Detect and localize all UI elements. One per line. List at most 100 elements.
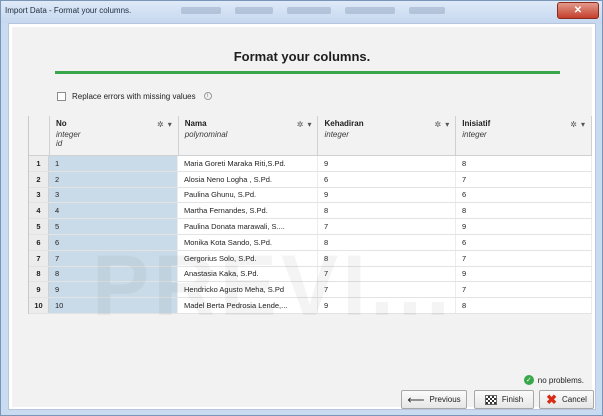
table-cell[interactable]: 7 — [318, 282, 456, 298]
table-cell[interactable]: 1 — [49, 156, 178, 171]
table-cell[interactable]: 7 — [318, 219, 456, 234]
table-cell[interactable]: Gergorius Solo, S.Pd. — [178, 250, 318, 266]
chevron-down-icon[interactable]: ▾ — [581, 120, 585, 129]
checkered-flag-icon — [484, 394, 497, 405]
row-index: 10 — [29, 298, 49, 313]
table-cell[interactable]: 3 — [49, 187, 178, 203]
row-index: 8 — [29, 266, 49, 282]
chevron-down-icon[interactable]: ▾ — [307, 120, 311, 129]
table-cell[interactable]: Madel Berta Pedrosia Lende,... — [178, 298, 318, 313]
table-cell[interactable]: 9 — [456, 219, 592, 234]
table-cell[interactable]: 10 — [49, 298, 178, 313]
table-cell[interactable]: Paulina Donata marawali, S.... — [178, 219, 318, 234]
table-row[interactable]: 2 2 Alosia Neno Logha , S.Pd. 6 7 — [29, 171, 592, 188]
finish-button[interactable]: Finish — [474, 390, 534, 409]
table-row[interactable]: 9 9 Hendricko Agusto Meha, S.Pd 7 7 — [29, 282, 592, 299]
column-header-kehadiran[interactable]: Kehadiran integer ✲ ▾ — [318, 116, 457, 155]
dialog-content: Format your columns. Replace errors with… — [8, 23, 596, 410]
status-text: no problems. — [537, 375, 584, 385]
title-bar[interactable]: Import Data - Format your columns. ✕ — [1, 1, 602, 23]
replace-errors-option: Replace errors with missing values i — [57, 89, 212, 103]
table-row[interactable]: 7 7 Gergorius Solo, S.Pd. 8 7 — [29, 250, 592, 267]
table-row[interactable]: 10 10 Madel Berta Pedrosia Lende,... 9 8 — [29, 298, 592, 314]
info-icon[interactable]: i — [203, 92, 212, 100]
table-cell[interactable]: 8 — [318, 203, 456, 219]
table-cell[interactable]: 8 — [456, 203, 592, 219]
table-cell[interactable]: Alosia Neno Logha , S.Pd. — [178, 171, 318, 187]
table-cell[interactable]: 7 — [456, 250, 592, 266]
table-header-row: No integer id ✲ ▾ Nama polynominal ✲ ▾ K… — [29, 116, 592, 156]
cancel-button[interactable]: ✖ Cancel — [539, 390, 594, 409]
table-cell[interactable]: 8 — [456, 156, 592, 171]
arrow-left-icon: ⟵ — [407, 392, 425, 407]
replace-errors-checkbox[interactable] — [57, 91, 66, 101]
gear-icon[interactable]: ✲ — [297, 120, 304, 129]
gear-icon[interactable]: ✲ — [570, 120, 577, 129]
table-cell[interactable]: 6 — [456, 187, 592, 203]
table-cell[interactable]: Monika Kota Sando, S.Pd. — [178, 234, 318, 250]
table-cell[interactable]: 2 — [49, 171, 178, 187]
table-cell[interactable]: Paulina Ghunu, S.Pd. — [178, 187, 318, 203]
import-dialog: Import Data - Format your columns. ✕ For… — [0, 0, 603, 416]
close-icon: ✕ — [573, 5, 583, 16]
row-index-header — [29, 116, 50, 155]
table-cell[interactable]: 7 — [456, 282, 592, 298]
table-cell[interactable]: 5 — [49, 219, 178, 234]
table-cell[interactable]: 7 — [456, 171, 592, 187]
background-menu-ghost — [181, 7, 541, 16]
table-row[interactable]: 1 1 Maria Goreti Maraka Riti,S.Pd. 9 8 — [29, 156, 592, 172]
table-cell[interactable]: 9 — [318, 298, 456, 313]
close-button[interactable]: ✕ — [557, 2, 599, 19]
table-cell[interactable]: Maria Goreti Maraka Riti,S.Pd. — [178, 156, 318, 171]
table-cell[interactable]: Hendricko Agusto Meha, S.Pd — [178, 282, 318, 298]
table-cell[interactable]: 9 — [318, 156, 456, 171]
chevron-down-icon[interactable]: ▾ — [445, 120, 449, 129]
check-circle-icon: ✓ — [523, 375, 534, 385]
column-type: integer — [55, 130, 81, 139]
row-index: 7 — [29, 250, 49, 266]
data-preview-table: No integer id ✲ ▾ Nama polynominal ✲ ▾ K… — [28, 116, 592, 314]
table-cell[interactable]: 8 — [456, 298, 592, 313]
table-cell[interactable]: Martha Fernandes, S.Pd. — [178, 203, 318, 219]
table-row[interactable]: 8 8 Anastasia Kaka, S.Pd. 7 9 — [29, 266, 592, 283]
table-cell[interactable]: 8 — [318, 250, 456, 266]
table-cell[interactable]: 4 — [49, 203, 178, 219]
page-title: Format your columns. — [233, 49, 371, 64]
column-header-inisiatif[interactable]: Inisiatif integer ✲ ▾ — [456, 116, 592, 155]
table-cell[interactable]: 9 — [456, 266, 592, 282]
table-cell[interactable]: 6 — [456, 234, 592, 250]
table-row[interactable]: 3 3 Paulina Ghunu, S.Pd. 9 6 — [29, 187, 592, 204]
column-type: integer — [324, 130, 349, 139]
title-underline — [55, 71, 560, 74]
table-row[interactable]: 5 5 Paulina Donata marawali, S.... 7 9 — [29, 219, 592, 235]
column-header-nama[interactable]: Nama polynominal ✲ ▾ — [179, 116, 319, 155]
table-cell[interactable]: Anastasia Kaka, S.Pd. — [178, 266, 318, 282]
previous-button[interactable]: ⟵ Previous — [401, 390, 467, 409]
table-cell[interactable]: 7 — [49, 250, 178, 266]
row-index: 6 — [29, 234, 49, 250]
table-cell[interactable]: 6 — [49, 234, 178, 250]
table-row[interactable]: 6 6 Monika Kota Sando, S.Pd. 8 6 — [29, 234, 592, 251]
gear-icon[interactable]: ✲ — [157, 120, 164, 129]
table-row[interactable]: 4 4 Martha Fernandes, S.Pd. 8 8 — [29, 203, 592, 220]
replace-errors-label[interactable]: Replace errors with missing values — [72, 92, 196, 101]
table-cell[interactable]: 8 — [49, 266, 178, 282]
previous-label: Previous — [429, 395, 461, 404]
row-index: 4 — [29, 203, 49, 219]
row-index: 2 — [29, 171, 49, 187]
row-index: 5 — [29, 219, 49, 234]
table-cell[interactable]: 9 — [49, 282, 178, 298]
table-cell[interactable]: 9 — [318, 187, 456, 203]
row-index: 9 — [29, 282, 49, 298]
table-cell[interactable]: 7 — [318, 266, 456, 282]
column-header-no[interactable]: No integer id ✲ ▾ — [50, 116, 179, 155]
table-cell[interactable]: 8 — [318, 234, 456, 250]
row-index: 3 — [29, 187, 49, 203]
validation-status: ✓ no problems. — [523, 375, 584, 385]
content-panel: Format your columns. Replace errors with… — [12, 27, 594, 409]
column-role: id — [55, 139, 63, 148]
gear-icon[interactable]: ✲ — [435, 120, 442, 129]
chevron-down-icon[interactable]: ▾ — [168, 120, 172, 129]
column-type: polynominal — [184, 130, 228, 139]
table-cell[interactable]: 6 — [318, 171, 456, 187]
